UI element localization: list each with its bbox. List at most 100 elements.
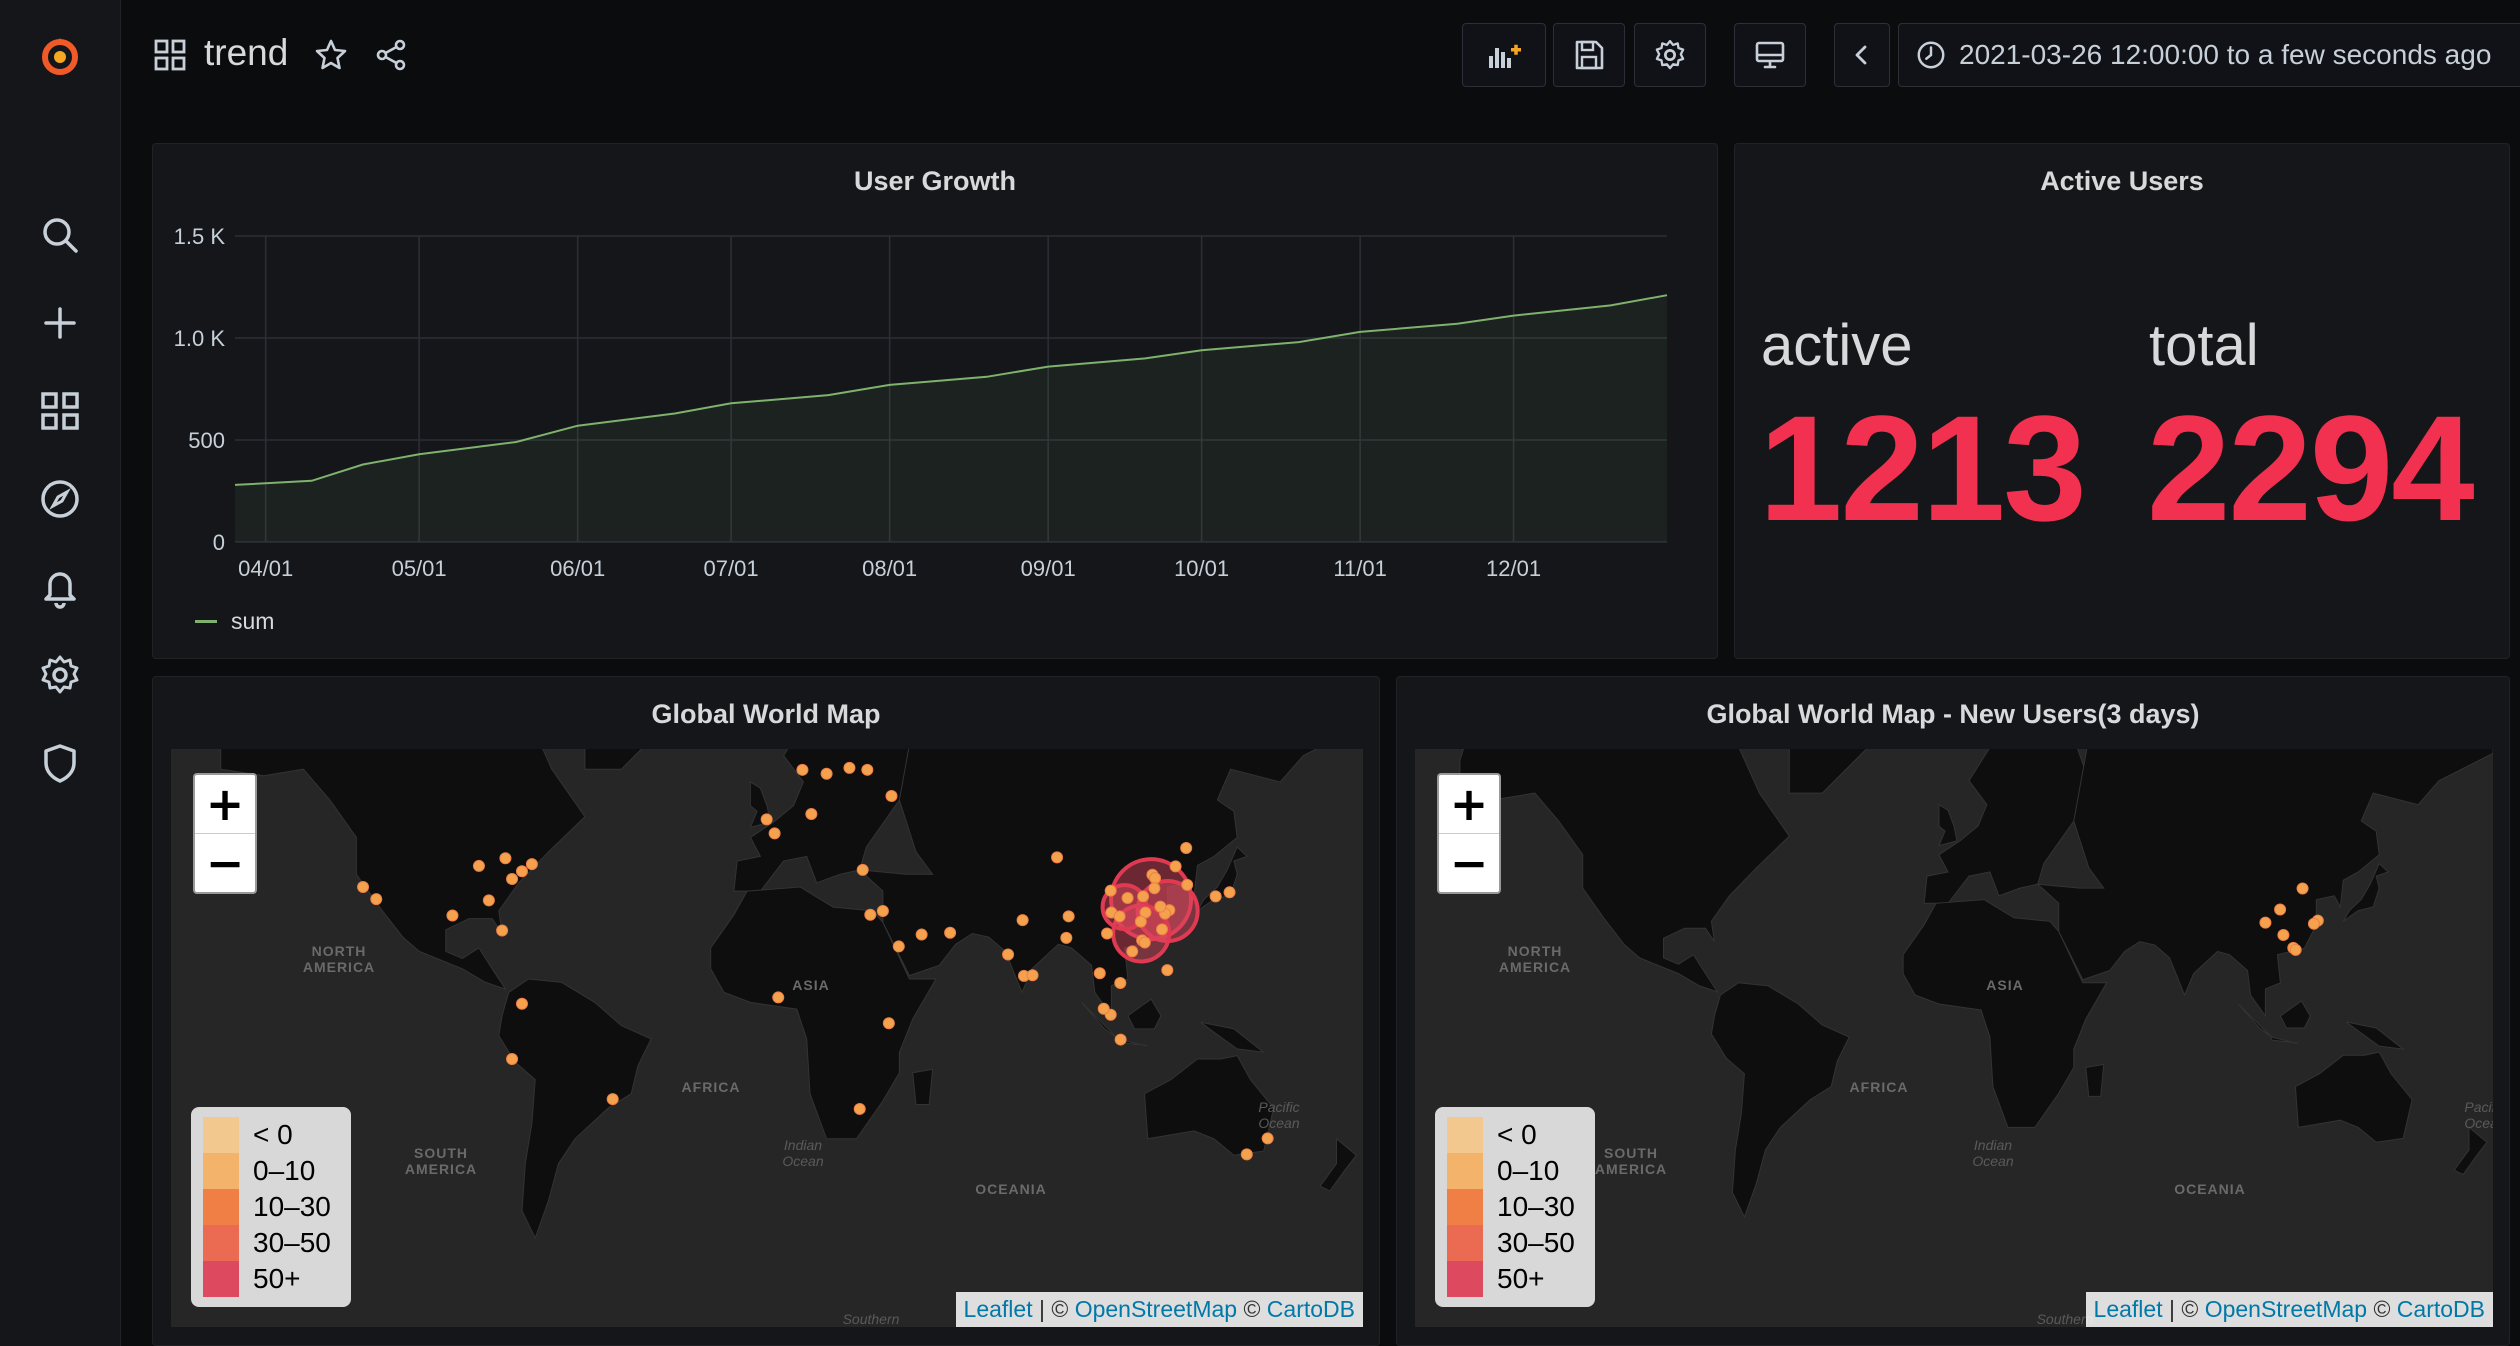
map-marker[interactable] [2289,943,2302,956]
dashboard-title[interactable]: trend [204,32,288,74]
map-marker[interactable] [820,767,833,780]
map-marker[interactable] [1161,964,1174,977]
map-marker[interactable] [496,924,509,937]
server-admin-shield-icon[interactable] [30,733,90,793]
map-marker[interactable] [1240,1148,1253,1161]
map-marker[interactable] [2274,903,2287,916]
share-icon[interactable] [374,38,408,72]
time-range-back-button[interactable] [1834,23,1890,87]
explore-compass-icon[interactable] [30,469,90,529]
map-marker[interactable] [1062,910,1075,923]
map-marker[interactable] [1138,936,1151,949]
map-marker[interactable] [506,872,519,885]
add-panel-button[interactable] [1462,23,1546,87]
time-range-picker[interactable]: 2021-03-26 12:00:00 to a few seconds ago [1898,23,2520,87]
map-marker[interactable] [1181,878,1194,891]
map-marker[interactable] [606,1093,619,1106]
map-marker[interactable] [472,859,485,872]
map-marker[interactable] [1169,860,1182,873]
map-marker[interactable] [1097,1002,1110,1015]
panel-title[interactable]: Active Users [1735,166,2509,197]
map-marker[interactable] [1134,915,1147,928]
map-marker[interactable] [1148,882,1161,895]
panel-title[interactable]: Global World Map [153,699,1379,730]
map-marker[interactable] [892,940,905,953]
search-icon[interactable] [30,205,90,265]
map-marker[interactable] [882,1017,895,1030]
map-marker[interactable] [525,858,538,871]
map-marker[interactable] [876,904,889,917]
world-map[interactable]: NORTH AMERICA SOUTH AMERICA AFRICA ASIA … [171,749,1363,1327]
map-marker[interactable] [1126,945,1139,958]
map-marker[interactable] [1093,967,1106,980]
map-marker[interactable] [370,893,383,906]
alerting-bell-icon[interactable] [30,557,90,617]
panel-title[interactable]: Global World Map - New Users(3 days) [1397,699,2509,730]
map-marker[interactable] [357,880,370,893]
cartodb-link[interactable]: CartoDB [2397,1296,2485,1322]
map-marker[interactable] [853,1102,866,1115]
dashboards-grid-icon[interactable] [30,381,90,441]
map-marker[interactable] [1137,890,1150,903]
map-marker[interactable] [856,863,869,876]
map-marker[interactable] [506,1053,519,1066]
map-marker[interactable] [843,761,856,774]
map-marker[interactable] [1180,842,1193,855]
map-marker[interactable] [796,763,809,776]
star-icon[interactable] [314,38,348,72]
map-marker[interactable] [1114,1033,1127,1046]
legend-item-sum[interactable]: sum [195,608,274,635]
leaflet-link[interactable]: Leaflet [2094,1296,2163,1322]
map-marker[interactable] [1114,977,1127,990]
map-marker[interactable] [499,852,512,865]
active-users-panel[interactable]: Active Users active 1213 total 2294 [1734,143,2510,659]
map-marker[interactable] [915,928,928,941]
zoom-in-button[interactable]: + [1439,775,1499,833]
map-marker[interactable] [1051,851,1064,864]
map-marker[interactable] [446,909,459,922]
zoom-out-button[interactable]: − [1439,833,1499,892]
map-marker[interactable] [2296,882,2309,895]
dashboard-settings-button[interactable] [1634,23,1706,87]
cycle-view-mode-button[interactable] [1734,23,1806,87]
map-marker[interactable] [944,926,957,939]
map-marker[interactable] [2277,928,2290,941]
map-marker[interactable] [482,894,495,907]
map-marker[interactable] [1209,890,1222,903]
grafana-logo-icon[interactable] [30,26,90,86]
user-growth-panel[interactable]: User Growth 0 500 1.0 K 1.5 K 04/01 05/01 06/0… [152,143,1718,659]
map-marker[interactable] [1016,914,1029,927]
map-marker[interactable] [760,813,773,826]
openstreetmap-link[interactable]: OpenStreetMap [1075,1296,1237,1322]
map-marker[interactable] [1060,931,1073,944]
leaflet-link[interactable]: Leaflet [964,1296,1033,1322]
create-plus-icon[interactable] [30,293,90,353]
map-marker[interactable] [864,908,877,921]
map-marker[interactable] [1026,969,1039,982]
map-marker[interactable] [772,991,785,1004]
map-marker[interactable] [805,808,818,821]
map-marker[interactable] [768,827,781,840]
map-marker[interactable] [2259,916,2272,929]
zoom-out-button[interactable]: − [195,833,255,892]
map-marker[interactable] [861,763,874,776]
map-marker[interactable] [1104,884,1117,897]
map-marker[interactable] [1101,927,1114,940]
map-marker[interactable] [1261,1132,1274,1145]
cartodb-link[interactable]: CartoDB [1267,1296,1355,1322]
configuration-gear-icon[interactable] [30,645,90,705]
map-marker[interactable] [885,789,898,802]
global-world-map-panel[interactable]: Global World Map NORTH AMERICA SOUTH AME… [152,676,1380,1346]
map-marker[interactable] [1002,948,1015,961]
global-world-map-new-users-panel[interactable]: Global World Map - New Users(3 days) NOR… [1396,676,2510,1346]
zoom-in-button[interactable]: + [195,775,255,833]
map-marker[interactable] [1223,886,1236,899]
map-marker[interactable] [1113,910,1126,923]
world-map-new-users[interactable]: NORTH AMERICA SOUTH AMERICA AFRICA ASIA … [1415,749,2493,1327]
map-marker[interactable] [515,997,528,1010]
openstreetmap-link[interactable]: OpenStreetMap [2205,1296,2367,1322]
map-marker[interactable] [2307,917,2320,930]
map-marker[interactable] [515,865,528,878]
map-marker[interactable] [1149,872,1162,885]
map-marker[interactable] [1121,891,1134,904]
